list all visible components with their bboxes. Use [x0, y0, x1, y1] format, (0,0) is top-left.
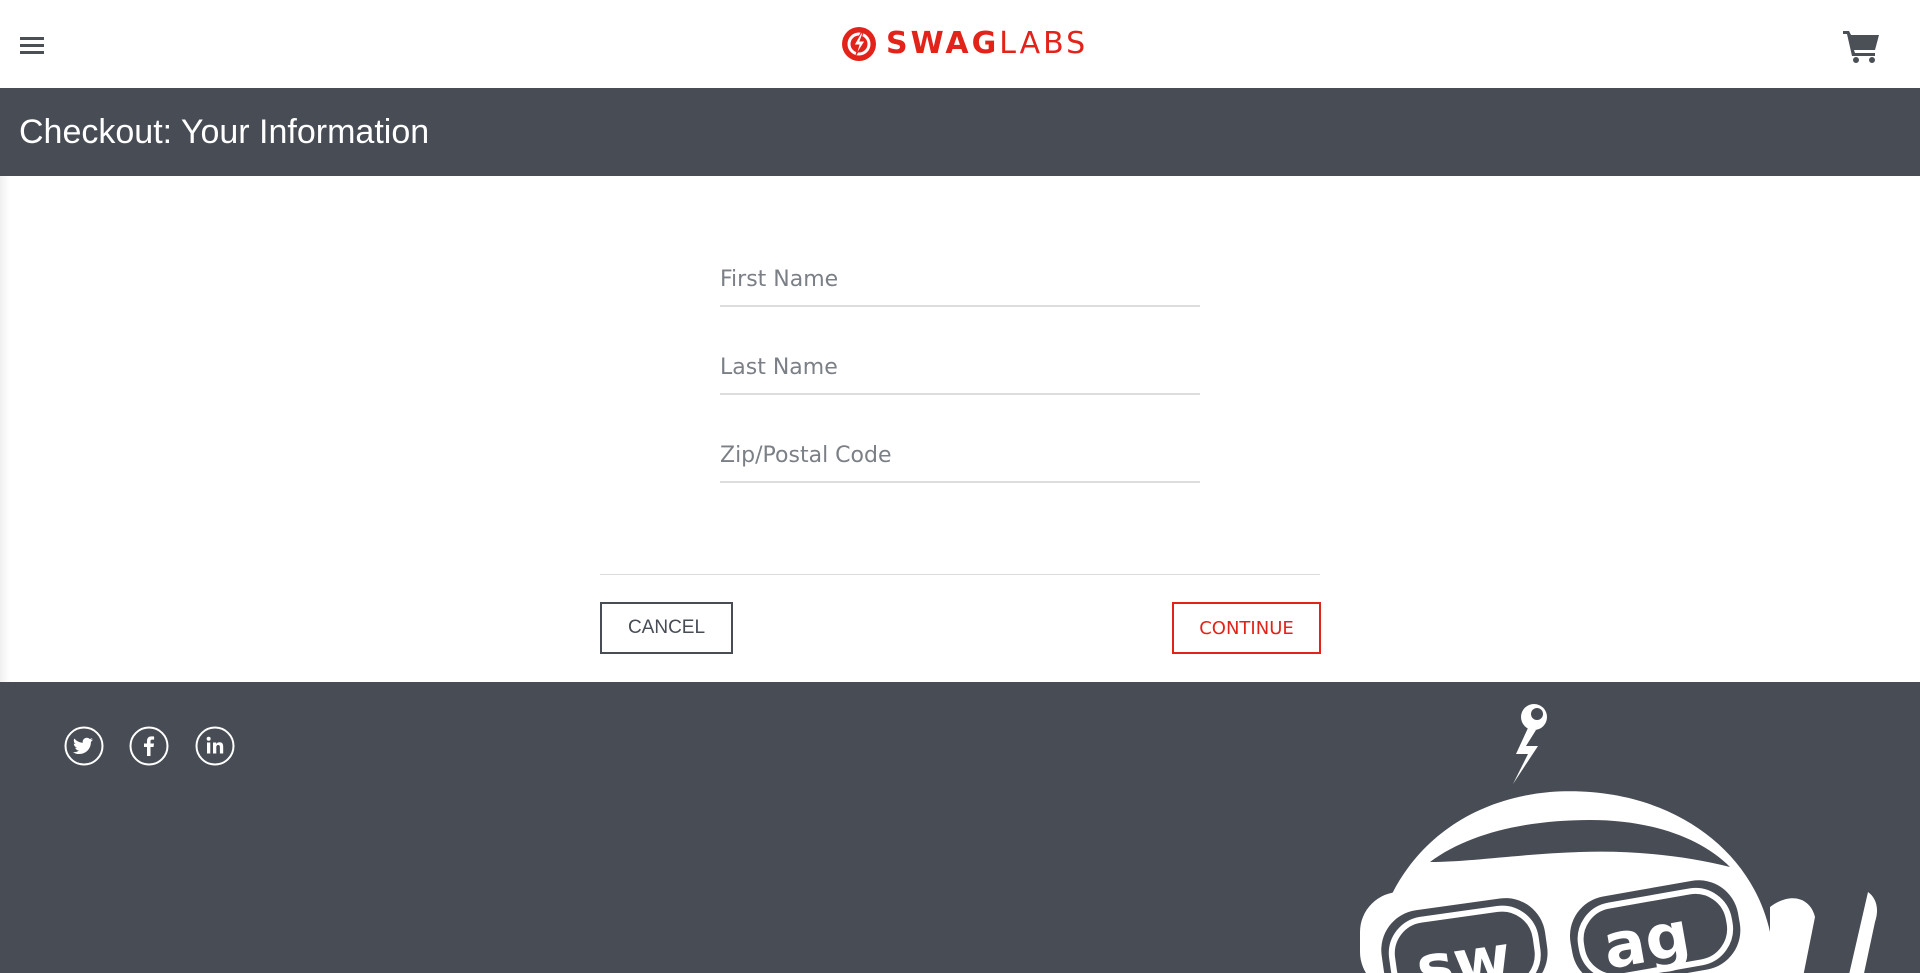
swag-labs-logo-icon — [842, 27, 876, 61]
svg-text:ag: ag — [1598, 897, 1696, 973]
postal-code-field — [720, 431, 1200, 483]
swag-labs-logo: SWAGLABS — [840, 24, 1088, 64]
footer: sw ag — [0, 682, 1920, 973]
last-name-field — [720, 343, 1200, 395]
postal-code-input[interactable] — [720, 431, 1200, 479]
facebook-icon[interactable] — [129, 726, 169, 766]
checkout-info-form — [720, 255, 1200, 519]
hamburger-menu-icon[interactable] — [16, 30, 46, 60]
first-name-field — [720, 255, 1200, 307]
app-header: SWAGLABS — [0, 0, 1920, 89]
twitter-icon[interactable] — [64, 726, 104, 766]
page-title: Checkout: Your Information — [19, 113, 430, 151]
linkedin-icon[interactable] — [195, 726, 235, 766]
left-edge-shadow — [0, 176, 10, 682]
secondary-header: Checkout: Your Information — [0, 88, 1920, 176]
logo-text: SWAGLABS — [886, 26, 1089, 61]
shopping-cart-icon[interactable] — [1842, 28, 1882, 64]
continue-button[interactable]: CONTINUE — [1172, 602, 1321, 654]
last-name-input[interactable] — [720, 343, 1200, 391]
form-divider — [600, 574, 1320, 575]
cancel-button[interactable]: CANCEL — [600, 602, 733, 654]
checkout-page: SWAGLABS Checkout: Your Information CANC… — [0, 0, 1920, 973]
first-name-input[interactable] — [720, 255, 1200, 303]
swag-robot-mascot: sw ag — [1360, 704, 1877, 973]
